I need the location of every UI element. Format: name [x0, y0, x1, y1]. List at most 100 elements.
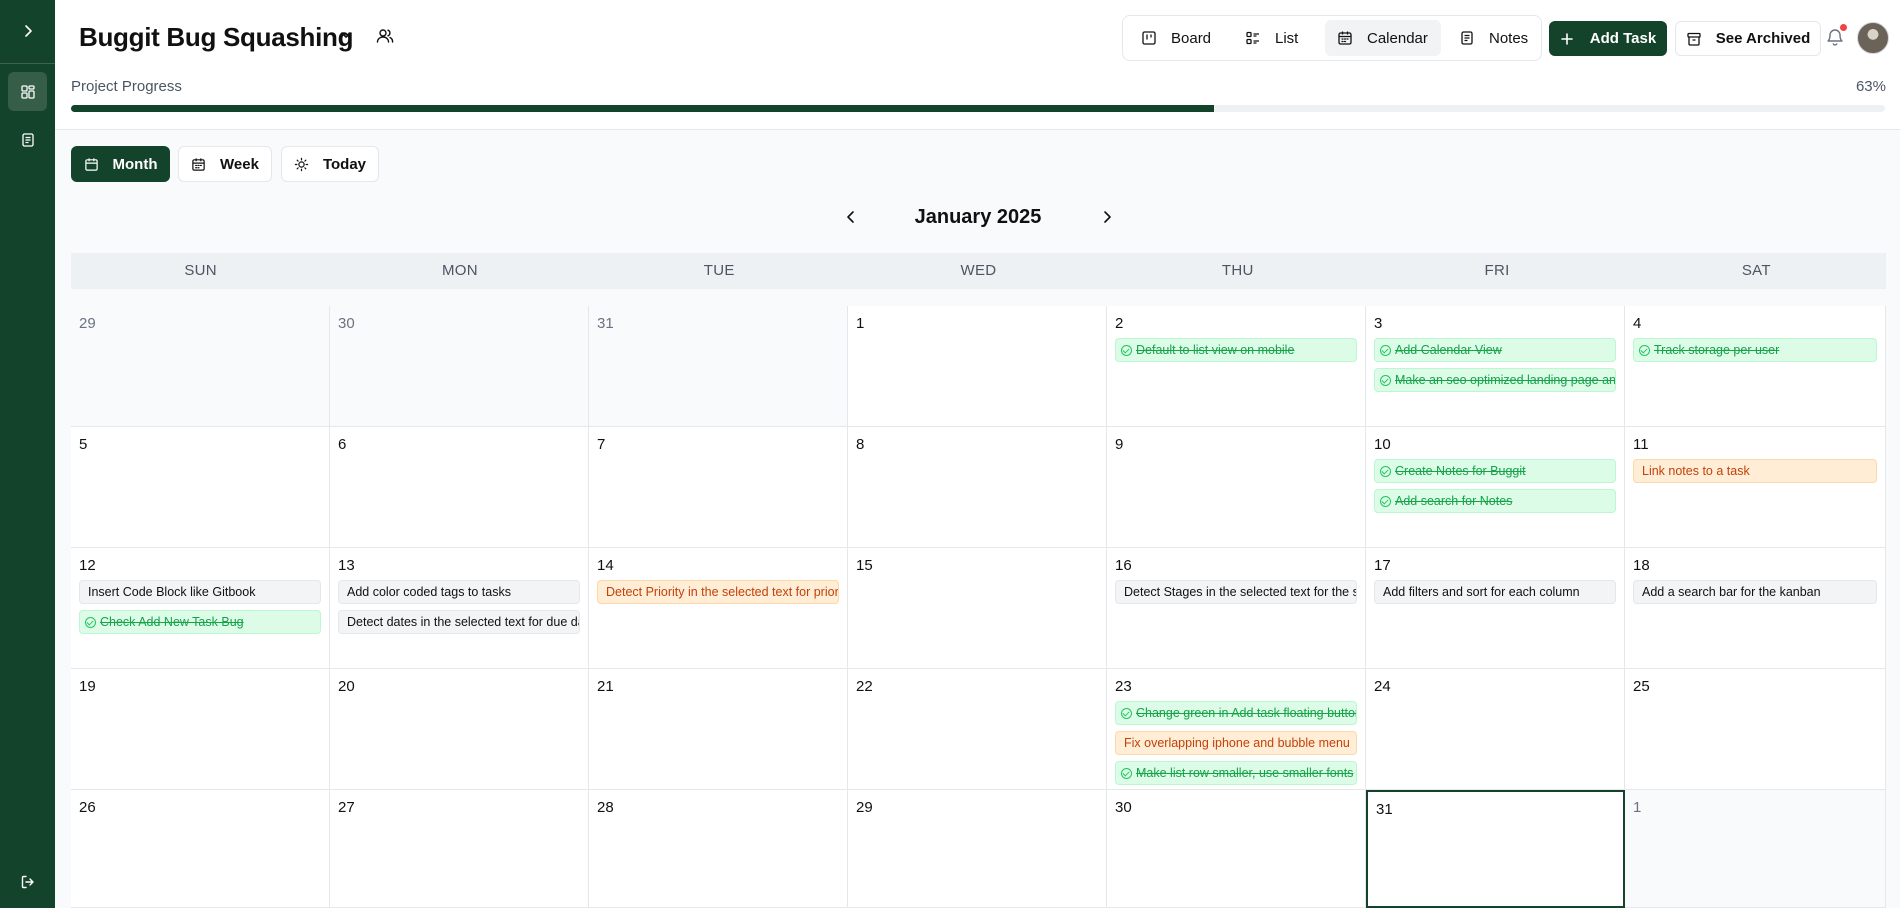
- calendar-day[interactable]: 24: [1366, 669, 1625, 790]
- calendar-day[interactable]: 4 Track storage per user: [1625, 306, 1886, 427]
- board-icon: [1142, 31, 1156, 45]
- task-chip-completed[interactable]: Create Notes for Buggit: [1374, 459, 1616, 483]
- calendar-day[interactable]: 27: [330, 790, 589, 908]
- task-chip[interactable]: Add filters and sort for each column: [1374, 580, 1616, 604]
- calendar-day[interactable]: 1: [848, 306, 1107, 427]
- project-title: Buggit Bug Squashing: [79, 22, 354, 52]
- calendar-day[interactable]: 20: [330, 669, 589, 790]
- calendar-day[interactable]: 16 Detect Stages in the selected text for…: [1107, 548, 1366, 669]
- notes-icon: [1461, 31, 1473, 45]
- see-archived-button[interactable]: See Archived: [1675, 21, 1821, 56]
- day-number: 9: [1115, 436, 1124, 453]
- notes-icon: [21, 132, 34, 147]
- avatar[interactable]: [1857, 22, 1889, 54]
- calendar-day[interactable]: 13 Add color coded tags to tasks Detect da…: [330, 548, 589, 669]
- calendar-day[interactable]: 18 Add a search bar for the kanban: [1625, 548, 1886, 669]
- day-number: 23: [1115, 678, 1132, 695]
- day-number: 1: [856, 315, 865, 332]
- calendar-day[interactable]: 28: [589, 790, 848, 908]
- day-number: 18: [1633, 557, 1650, 574]
- tab-calendar[interactable]: Calendar: [1325, 20, 1441, 56]
- logout-icon: [21, 875, 34, 888]
- dashboard-icon: [20, 84, 35, 99]
- logout-button[interactable]: [8, 862, 47, 901]
- calendar-day[interactable]: 7: [589, 427, 848, 548]
- notification-badge: [1840, 24, 1847, 31]
- calendar-day[interactable]: 9: [1107, 427, 1366, 548]
- task-chip-completed[interactable]: Make list row smaller, use smaller fonts: [1115, 761, 1357, 785]
- calendar-day[interactable]: 10 Create Notes for Buggit Add search for …: [1366, 427, 1625, 548]
- day-number: 29: [79, 315, 96, 332]
- calendar-day[interactable]: 25: [1625, 669, 1886, 790]
- week-view-label: Week: [220, 155, 259, 173]
- day-number: 25: [1633, 678, 1650, 695]
- sidebar-divider: [0, 63, 55, 64]
- task-chip[interactable]: Add color coded tags to tasks: [338, 580, 580, 604]
- tab-notes-label: Notes: [1489, 29, 1529, 47]
- calendar-day[interactable]: 3 Add Calendar View Make an seo optimized …: [1366, 306, 1625, 427]
- tab-list[interactable]: List: [1233, 20, 1319, 56]
- calendar-day[interactable]: 29: [71, 306, 330, 427]
- task-chip[interactable]: Add a search bar for the kanban: [1633, 580, 1877, 604]
- task-chip[interactable]: Detect Stages in the selected text for t…: [1115, 580, 1357, 604]
- today-button[interactable]: Today: [281, 146, 379, 182]
- task-chip-priority[interactable]: Detect Priority in the selected text for…: [597, 580, 839, 604]
- day-number: 22: [856, 678, 873, 695]
- expand-sidebar-button[interactable]: [8, 11, 47, 50]
- users-icon: [376, 29, 394, 43]
- view-tabs: Board List Calendar Notes: [1122, 15, 1542, 61]
- calendar-day[interactable]: 30: [330, 306, 589, 427]
- calendar-day[interactable]: 8: [848, 427, 1107, 548]
- day-number: 4: [1633, 315, 1642, 332]
- sidebar-item-notes[interactable]: [8, 120, 47, 159]
- calendar-day[interactable]: 22: [848, 669, 1107, 790]
- task-chip-completed[interactable]: Default to list view on mobile: [1115, 338, 1357, 362]
- plus-icon: [1560, 32, 1573, 45]
- calendar-day[interactable]: 6: [330, 427, 589, 548]
- next-month-button[interactable]: [1098, 208, 1116, 231]
- task-chip-completed[interactable]: Track storage per user: [1633, 338, 1877, 362]
- day-number: 10: [1374, 436, 1391, 453]
- calendar-day[interactable]: 12 Insert Code Block like Gitbook Check Ad…: [71, 548, 330, 669]
- calendar-day[interactable]: 31: [589, 306, 848, 427]
- calendar-day[interactable]: 23 Change green in Add task floating butt…: [1107, 669, 1366, 790]
- add-task-label: Add Task: [1589, 30, 1657, 47]
- calendar-day[interactable]: 2 Default to list view on mobile: [1107, 306, 1366, 427]
- task-chip-completed[interactable]: Add search for Notes: [1374, 489, 1616, 513]
- tab-notes[interactable]: Notes: [1447, 20, 1537, 56]
- previous-month-button[interactable]: [842, 208, 860, 231]
- calendar-day[interactable]: 17 Add filters and sort for each column: [1366, 548, 1625, 669]
- month-view-button[interactable]: Month: [71, 146, 170, 182]
- calendar-day[interactable]: 5: [71, 427, 330, 548]
- calendar-day[interactable]: 19: [71, 669, 330, 790]
- tab-board[interactable]: Board: [1129, 20, 1227, 56]
- calendar-day[interactable]: 11 Link notes to a task: [1625, 427, 1886, 548]
- calendar-grid: 29 30 31 1 2 Default to list view on mobile 3 A…: [71, 306, 1886, 908]
- calendar-day[interactable]: 14 Detect Priority in the selected text f…: [589, 548, 848, 669]
- day-number: 30: [338, 315, 355, 332]
- day-number: 8: [856, 436, 865, 453]
- task-chip[interactable]: Insert Code Block like Gitbook: [79, 580, 321, 604]
- calendar-day-today[interactable]: 31: [1366, 790, 1625, 908]
- calendar-day[interactable]: 26: [71, 790, 330, 908]
- calendar-day[interactable]: 21: [589, 669, 848, 790]
- members-button[interactable]: [375, 26, 395, 51]
- day-number: 5: [79, 436, 88, 453]
- task-chip-completed[interactable]: Check Add New Task Bug: [79, 610, 321, 634]
- task-chip-completed[interactable]: Add Calendar View: [1374, 338, 1616, 362]
- week-view-button[interactable]: Week: [178, 146, 272, 182]
- sidebar-item-dashboard[interactable]: [8, 72, 47, 111]
- progress-label: Project Progress: [71, 78, 182, 95]
- calendar-day[interactable]: 15: [848, 548, 1107, 669]
- calendar-day[interactable]: 29: [848, 790, 1107, 908]
- calendar-day[interactable]: 1: [1625, 790, 1886, 908]
- weekday-label: SAT: [1741, 262, 1771, 279]
- task-chip[interactable]: Detect dates in the selected text for du…: [338, 610, 580, 634]
- task-chip-completed[interactable]: Make an seo optimized landing page and: [1374, 368, 1616, 392]
- task-chip-completed[interactable]: Change green in Add task floating button: [1115, 701, 1357, 725]
- project-switcher-button[interactable]: [339, 28, 353, 47]
- calendar-day[interactable]: 30: [1107, 790, 1366, 908]
- task-chip-priority[interactable]: Link notes to a task: [1633, 459, 1877, 483]
- task-chip-priority[interactable]: Fix overlapping iphone and bubble menu: [1115, 731, 1357, 755]
- add-task-button[interactable]: Add Task: [1549, 21, 1667, 56]
